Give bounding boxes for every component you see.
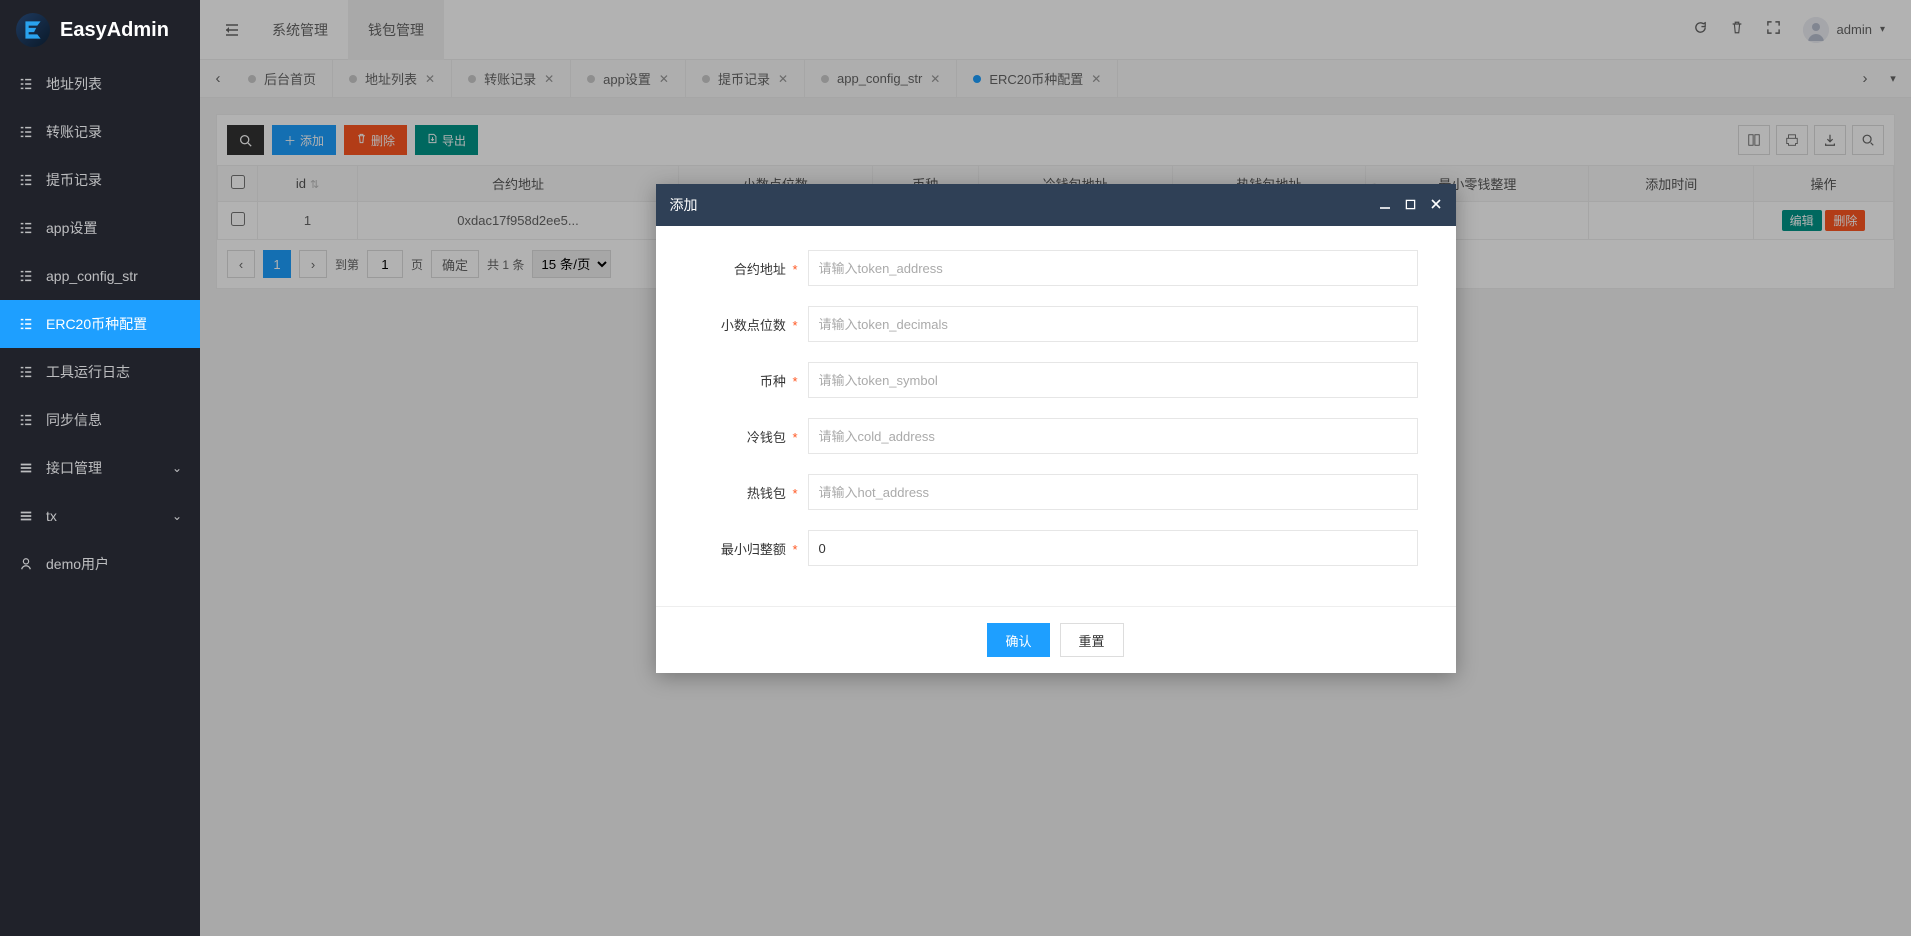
form-row-2: 币种 * (686, 362, 1426, 398)
form-label: 冷钱包 * (686, 427, 808, 446)
list-icon (18, 173, 34, 187)
dialog-titlebar[interactable]: 添加 (656, 184, 1456, 226)
nav: 地址列表转账记录提币记录app设置app_config_strERC20币种配置… (0, 60, 200, 936)
sidebar-item-0[interactable]: 地址列表 (0, 60, 200, 108)
sidebar-item-5[interactable]: ERC20币种配置 (0, 300, 200, 348)
form-row-0: 合约地址 * (686, 250, 1426, 286)
list-icon (18, 413, 34, 427)
required-icon: * (792, 374, 797, 389)
form-input-0[interactable] (808, 250, 1418, 286)
required-icon: * (792, 318, 797, 333)
sidebar-item-6[interactable]: 工具运行日志 (0, 348, 200, 396)
list-icon (18, 269, 34, 283)
logo-icon (16, 13, 50, 47)
list-icon (18, 557, 34, 571)
list-icon (18, 461, 34, 475)
sidebar-item-1[interactable]: 转账记录 (0, 108, 200, 156)
maximize-icon[interactable] (1405, 198, 1416, 213)
form-label: 币种 * (686, 371, 808, 390)
list-icon (18, 317, 34, 331)
form-row-5: 最小归整额 * (686, 530, 1426, 566)
brand-text: EasyAdmin (60, 19, 169, 42)
required-icon: * (792, 486, 797, 501)
list-icon (18, 221, 34, 235)
form-label: 小数点位数 * (686, 315, 808, 334)
sidebar-item-2[interactable]: 提币记录 (0, 156, 200, 204)
form-input-2[interactable] (808, 362, 1418, 398)
sidebar-item-4[interactable]: app_config_str (0, 252, 200, 300)
sidebar-item-10[interactable]: demo用户 (0, 540, 200, 588)
sidebar-item-7[interactable]: 同步信息 (0, 396, 200, 444)
form-input-4[interactable] (808, 474, 1418, 510)
sidebar-item-3[interactable]: app设置 (0, 204, 200, 252)
form-input-5[interactable] (808, 530, 1418, 566)
form-label: 合约地址 * (686, 259, 808, 278)
form-row-1: 小数点位数 * (686, 306, 1426, 342)
list-icon (18, 509, 34, 523)
dialog-confirm-button[interactable]: 确认 (987, 623, 1049, 657)
chevron-down-icon: ⌄ (172, 461, 182, 475)
list-icon (18, 365, 34, 379)
list-icon (18, 77, 34, 91)
required-icon: * (792, 542, 797, 557)
logo[interactable]: EasyAdmin (0, 0, 200, 60)
list-icon (18, 125, 34, 139)
modal-overlay: 添加 合约地址 * 小数点位数 * 币种 * 冷钱包 * 热钱包 * 最小归整额 * 确认… (200, 0, 1911, 936)
main: 系统管理钱包管理 admin ▾ (200, 0, 1911, 936)
form-input-3[interactable] (808, 418, 1418, 454)
dialog-title-text: 添加 (670, 195, 698, 215)
sidebar-item-9[interactable]: tx⌄ (0, 492, 200, 540)
add-dialog: 添加 合约地址 * 小数点位数 * 币种 * 冷钱包 * 热钱包 * 最小归整额 * 确认… (656, 184, 1456, 673)
chevron-down-icon: ⌄ (172, 509, 182, 523)
minimize-icon[interactable] (1379, 198, 1391, 213)
dialog-reset-button[interactable]: 重置 (1060, 623, 1124, 657)
sidebar-item-8[interactable]: 接口管理⌄ (0, 444, 200, 492)
form-label: 热钱包 * (686, 483, 808, 502)
form-label: 最小归整额 * (686, 539, 808, 558)
required-icon: * (792, 430, 797, 445)
sidebar: EasyAdmin 地址列表转账记录提币记录app设置app_config_st… (0, 0, 200, 936)
form-input-1[interactable] (808, 306, 1418, 342)
close-icon[interactable] (1430, 198, 1442, 213)
required-icon: * (792, 262, 797, 277)
form-row-3: 冷钱包 * (686, 418, 1426, 454)
form-row-4: 热钱包 * (686, 474, 1426, 510)
